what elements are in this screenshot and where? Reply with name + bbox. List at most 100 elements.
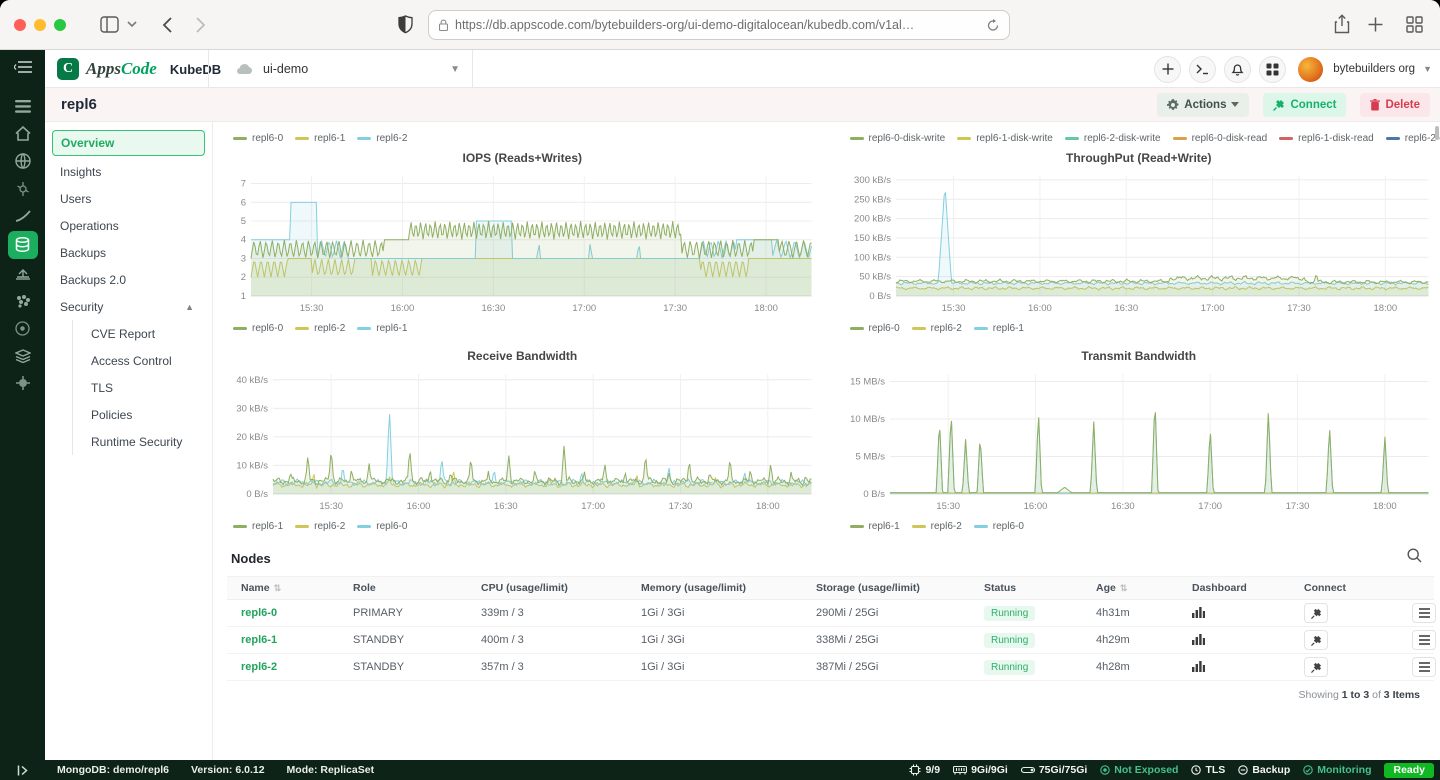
rail-security-scan-icon[interactable] — [8, 370, 38, 396]
legend-item[interactable]: repl6-2 — [357, 133, 407, 144]
rail-helm-icon[interactable] — [8, 176, 38, 202]
svg-text:20 kB/s: 20 kB/s — [236, 432, 268, 443]
col-name[interactable]: Name⇅ — [227, 582, 339, 594]
cluster-selector[interactable]: ui-demo ▼ — [208, 50, 473, 88]
connect-plug-button[interactable] — [1304, 630, 1328, 650]
svg-text:17:30: 17:30 — [663, 303, 687, 314]
legend-item[interactable]: repl6-1 — [295, 133, 345, 144]
delete-button[interactable]: Delete — [1360, 93, 1430, 117]
legend-item[interactable]: repl6-0 — [233, 323, 283, 334]
account-name[interactable]: bytebuilders org — [1333, 63, 1415, 75]
node-link[interactable]: repl6-0 — [241, 607, 277, 619]
legend-item[interactable]: repl6-2 — [295, 323, 345, 334]
legend-item[interactable]: repl6-0-disk-write — [850, 133, 946, 144]
svg-text:200 kB/s: 200 kB/s — [854, 214, 891, 225]
dashboard-chart-icon[interactable] — [1192, 660, 1205, 675]
svg-text:6: 6 — [241, 197, 246, 208]
legend-item[interactable]: repl6-1 — [233, 521, 283, 532]
minimize-window-button[interactable] — [34, 19, 46, 31]
legend-item[interactable]: repl6-1-disk-write — [957, 133, 1053, 144]
svg-text:16:00: 16:00 — [391, 303, 415, 314]
dashboard-chart-icon[interactable] — [1192, 633, 1205, 648]
legend-item[interactable]: repl6-1 — [974, 323, 1024, 334]
legend-item[interactable]: repl6-0-disk-read — [1173, 133, 1268, 144]
rail-metrics-icon[interactable] — [8, 203, 38, 229]
svg-text:5: 5 — [241, 216, 246, 227]
legend-dash — [295, 137, 309, 140]
panel-expand-icon[interactable] — [0, 765, 45, 776]
legend-item[interactable]: repl6-0 — [974, 521, 1024, 532]
node-link[interactable]: repl6-2 — [241, 661, 277, 673]
processes-button[interactable] — [1412, 603, 1436, 623]
legend-item[interactable]: repl6-2-disk-write — [1065, 133, 1161, 144]
rail-collapse-menu-icon[interactable] — [14, 60, 32, 79]
create-button[interactable] — [1154, 56, 1181, 83]
nav-item-overview[interactable]: Overview — [52, 130, 205, 156]
svg-text:15:30: 15:30 — [300, 303, 324, 314]
browser-back-button[interactable] — [162, 17, 172, 33]
rail-registry-icon[interactable] — [8, 288, 38, 314]
new-tab-icon[interactable] — [1368, 17, 1383, 32]
actions-button[interactable]: Actions — [1157, 93, 1249, 117]
scrollbar-thumb[interactable] — [1435, 126, 1439, 140]
legend-item[interactable]: repl6-0 — [233, 133, 283, 144]
nav-item-insights[interactable]: Insights — [45, 158, 212, 185]
apps-grid-button[interactable] — [1259, 56, 1286, 83]
col-age[interactable]: Age⇅ — [1082, 582, 1178, 594]
privacy-shield-icon[interactable] — [398, 15, 413, 34]
iops-chart-title: IOPS (Reads+Writes) — [227, 148, 818, 168]
browser-sidebar-icon[interactable] — [100, 16, 119, 33]
legend-item[interactable]: repl6-1-disk-read — [1279, 133, 1374, 144]
legend-item[interactable]: repl6-0 — [357, 521, 407, 532]
browser-forward-button[interactable] — [196, 17, 206, 33]
share-icon[interactable] — [1334, 14, 1350, 34]
search-icon[interactable] — [1407, 548, 1422, 568]
account-avatar[interactable] — [1298, 57, 1323, 82]
sidebar-chevron-down-icon[interactable] — [127, 21, 137, 28]
terminal-button[interactable] — [1189, 56, 1216, 83]
processes-button[interactable] — [1412, 630, 1436, 650]
svg-text:18:00: 18:00 — [1373, 303, 1397, 314]
nav-item-runtime-security[interactable]: Runtime Security — [73, 428, 212, 455]
rail-menu-list-icon[interactable] — [8, 93, 38, 119]
node-link[interactable]: repl6-1 — [241, 634, 277, 646]
close-window-button[interactable] — [14, 19, 26, 31]
rail-clusters-icon[interactable] — [8, 148, 38, 174]
legend-item[interactable]: repl6-2-disk-read — [1386, 133, 1440, 144]
tab-overview-icon[interactable] — [1406, 16, 1423, 33]
rail-backup-icon[interactable] — [8, 260, 38, 286]
col-memory: Memory (usage/limit) — [627, 582, 802, 594]
connect-plug-button[interactable] — [1304, 603, 1328, 623]
nav-item-backups[interactable]: Backups — [45, 239, 212, 266]
nav-item-users[interactable]: Users — [45, 185, 212, 212]
connect-button[interactable]: Connect — [1263, 93, 1346, 117]
legend-dash — [233, 137, 247, 140]
trash-icon — [1370, 99, 1380, 111]
dashboard-chart-icon[interactable] — [1192, 606, 1205, 621]
nav-item-tls[interactable]: TLS — [73, 374, 212, 401]
legend-item[interactable]: repl6-1 — [850, 521, 900, 532]
rail-target-icon[interactable] — [8, 315, 38, 341]
nav-item-backups-2[interactable]: Backups 2.0 — [45, 266, 212, 293]
nav-item-security[interactable]: Security ▲ — [45, 293, 212, 320]
zoom-window-button[interactable] — [54, 19, 66, 31]
nav-item-cve-report[interactable]: CVE Report — [73, 320, 212, 347]
appscode-brand[interactable]: C AppsCode KubeDB — [57, 50, 221, 88]
rail-stacks-icon[interactable] — [8, 343, 38, 369]
svg-text:18:00: 18:00 — [756, 501, 780, 512]
rail-home-icon[interactable] — [8, 121, 38, 147]
reload-icon[interactable] — [987, 19, 999, 32]
legend-item[interactable]: repl6-0 — [850, 323, 900, 334]
legend-item[interactable]: repl6-1 — [357, 323, 407, 334]
legend-item[interactable]: repl6-2 — [295, 521, 345, 532]
connect-plug-button[interactable] — [1304, 657, 1328, 677]
rail-databases-icon[interactable] — [8, 231, 38, 259]
notifications-bell-button[interactable] — [1224, 56, 1251, 83]
address-bar[interactable]: https://db.appscode.com/bytebuilders-org… — [428, 10, 1010, 40]
processes-button[interactable] — [1412, 657, 1436, 677]
legend-item[interactable]: repl6-2 — [912, 323, 962, 334]
nav-item-access-control[interactable]: Access Control — [73, 347, 212, 374]
legend-item[interactable]: repl6-2 — [912, 521, 962, 532]
nav-item-operations[interactable]: Operations — [45, 212, 212, 239]
nav-item-policies[interactable]: Policies — [73, 401, 212, 428]
